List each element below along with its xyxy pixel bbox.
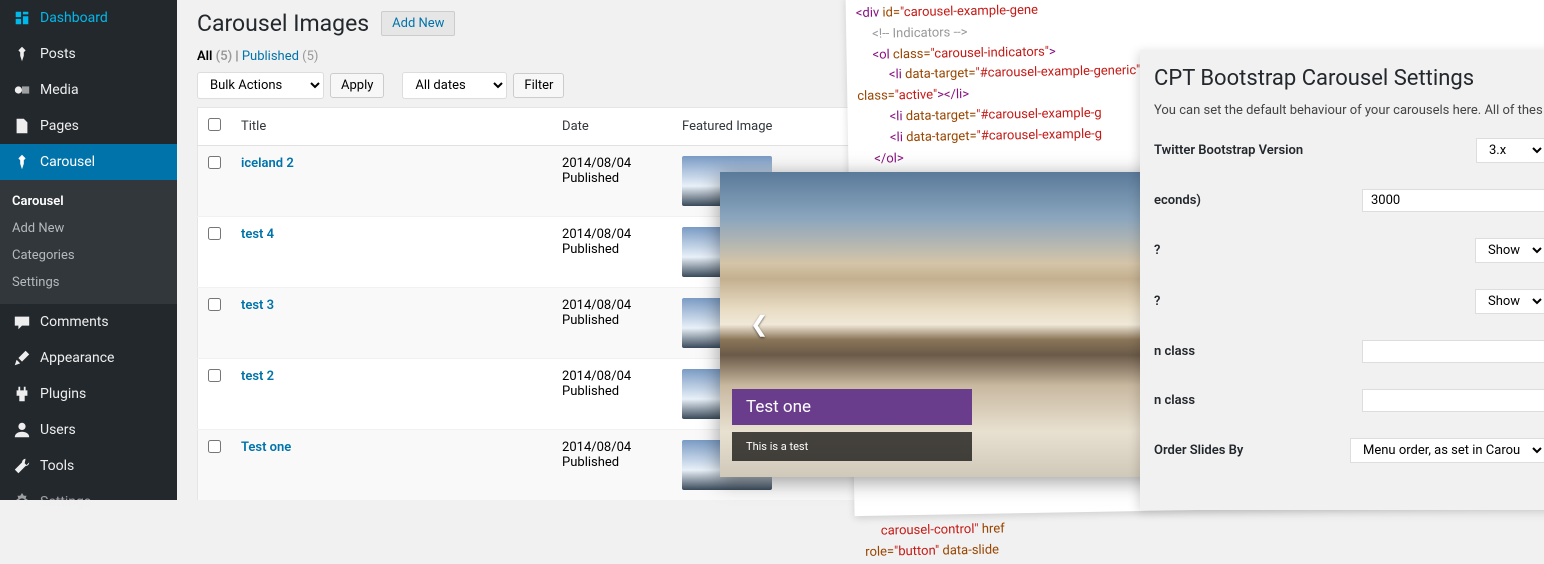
menu-label: Settings xyxy=(40,494,91,510)
menu-label: Pages xyxy=(40,118,79,134)
row-checkbox[interactable] xyxy=(208,369,221,382)
tool-icon xyxy=(12,456,32,476)
settings-label: n class xyxy=(1154,344,1195,359)
submenu-categories[interactable]: Categories xyxy=(0,242,177,269)
settings-intro: You can set the default behaviour of you… xyxy=(1154,103,1544,118)
settings-select[interactable]: Show xyxy=(1475,289,1544,314)
sidebar-item-comments[interactable]: Comments xyxy=(0,304,177,340)
settings-input[interactable] xyxy=(1362,389,1544,412)
settings-row: Order Slides By Menu order, as set in Car… xyxy=(1154,438,1544,463)
comment-icon xyxy=(12,312,32,332)
sidebar-item-media[interactable]: Media xyxy=(0,72,177,108)
sidebar-item-tools[interactable]: Tools xyxy=(0,448,177,484)
settings-row: Twitter Bootstrap Version 3.x xyxy=(1154,138,1544,163)
dashboard-icon xyxy=(12,8,32,28)
page-title: Carousel Images xyxy=(197,10,369,37)
menu-label: Appearance xyxy=(40,350,114,366)
post-date: 2014/08/04Published xyxy=(552,146,672,217)
submenu: Carousel Add New Categories Settings xyxy=(0,180,177,304)
menu-label: Carousel xyxy=(40,154,95,170)
brush-icon xyxy=(12,348,32,368)
settings-row: ? Show xyxy=(1154,289,1544,314)
bulk-actions-select[interactable]: Bulk Actions xyxy=(197,72,324,99)
post-date: 2014/08/04Published xyxy=(552,359,672,430)
settings-panel: CPT Bootstrap Carousel Settings You can … xyxy=(1140,50,1544,510)
post-date: 2014/08/04Published xyxy=(552,288,672,359)
settings-select[interactable]: Menu order, as set in Carou xyxy=(1350,438,1544,463)
date-filter-select[interactable]: All dates xyxy=(402,72,507,99)
sidebar-item-posts[interactable]: Posts xyxy=(0,36,177,72)
settings-input[interactable] xyxy=(1362,340,1544,363)
settings-row: n class xyxy=(1154,340,1544,363)
plugin-icon xyxy=(12,384,32,404)
page-icon xyxy=(12,116,32,136)
sidebar-item-appearance[interactable]: Appearance xyxy=(0,340,177,376)
settings-row: econds) xyxy=(1154,189,1544,212)
post-title-link[interactable]: test 2 xyxy=(241,369,274,384)
submenu-add-new[interactable]: Add New xyxy=(0,215,177,242)
row-checkbox[interactable] xyxy=(208,440,221,453)
media-icon xyxy=(12,80,32,100)
user-icon xyxy=(12,420,32,440)
menu-label: Media xyxy=(40,82,79,98)
filter-all[interactable]: All (5) xyxy=(197,49,232,64)
settings-select[interactable]: Show xyxy=(1475,238,1544,263)
menu-label: Dashboard xyxy=(40,10,108,26)
sidebar-item-settings[interactable]: Settings xyxy=(0,484,177,520)
settings-heading: CPT Bootstrap Carousel Settings xyxy=(1154,66,1544,91)
menu-label: Users xyxy=(40,422,76,438)
settings-row: n class xyxy=(1154,389,1544,412)
settings-label: Order Slides By xyxy=(1154,443,1243,458)
apply-button[interactable]: Apply xyxy=(330,73,384,98)
settings-label: ? xyxy=(1154,294,1160,309)
filter-published[interactable]: Published (5) xyxy=(242,49,319,64)
row-checkbox[interactable] xyxy=(208,227,221,240)
row-checkbox[interactable] xyxy=(208,298,221,311)
settings-label: Twitter Bootstrap Version xyxy=(1154,143,1303,158)
menu-label: Plugins xyxy=(40,386,86,402)
carousel-caption-title: Test one xyxy=(732,389,972,425)
add-new-button[interactable]: Add New xyxy=(381,11,455,36)
post-date: 2014/08/04Published xyxy=(552,217,672,288)
sidebar-item-dashboard[interactable]: Dashboard xyxy=(0,0,177,36)
gear-icon xyxy=(12,492,32,512)
sidebar-item-carousel[interactable]: Carousel xyxy=(0,144,177,180)
post-title-link[interactable]: iceland 2 xyxy=(241,156,294,171)
carousel-caption-text: This is a test xyxy=(732,432,972,461)
menu-label: Posts xyxy=(40,46,76,62)
post-title-link[interactable]: test 3 xyxy=(241,298,274,313)
settings-select[interactable]: 3.x xyxy=(1476,138,1544,163)
settings-label: n class xyxy=(1154,393,1195,408)
post-title-link[interactable]: Test one xyxy=(241,440,291,455)
col-date[interactable]: Date xyxy=(552,108,672,146)
submenu-carousel[interactable]: Carousel xyxy=(0,188,177,215)
col-title[interactable]: Title xyxy=(231,108,552,146)
admin-sidebar: Dashboard Posts Media Pages Carousel Car… xyxy=(0,0,177,500)
settings-input[interactable] xyxy=(1362,189,1544,212)
sidebar-item-pages[interactable]: Pages xyxy=(0,108,177,144)
select-all-checkbox[interactable] xyxy=(208,118,221,131)
settings-label: ? xyxy=(1154,243,1160,258)
menu-label: Comments xyxy=(40,314,109,330)
post-title-link[interactable]: test 4 xyxy=(241,227,274,242)
menu-label: Tools xyxy=(40,458,74,474)
row-checkbox[interactable] xyxy=(208,156,221,169)
submenu-settings[interactable]: Settings xyxy=(0,269,177,296)
sidebar-item-users[interactable]: Users xyxy=(0,412,177,448)
pin-icon xyxy=(12,44,32,64)
settings-row: ? Show xyxy=(1154,238,1544,263)
carousel-prev-icon[interactable]: ❮ xyxy=(750,312,768,337)
settings-label: econds) xyxy=(1154,193,1201,208)
pin-icon xyxy=(12,152,32,172)
sidebar-item-plugins[interactable]: Plugins xyxy=(0,376,177,412)
post-date: 2014/08/04Published xyxy=(552,430,672,501)
filter-button[interactable]: Filter xyxy=(513,73,564,98)
